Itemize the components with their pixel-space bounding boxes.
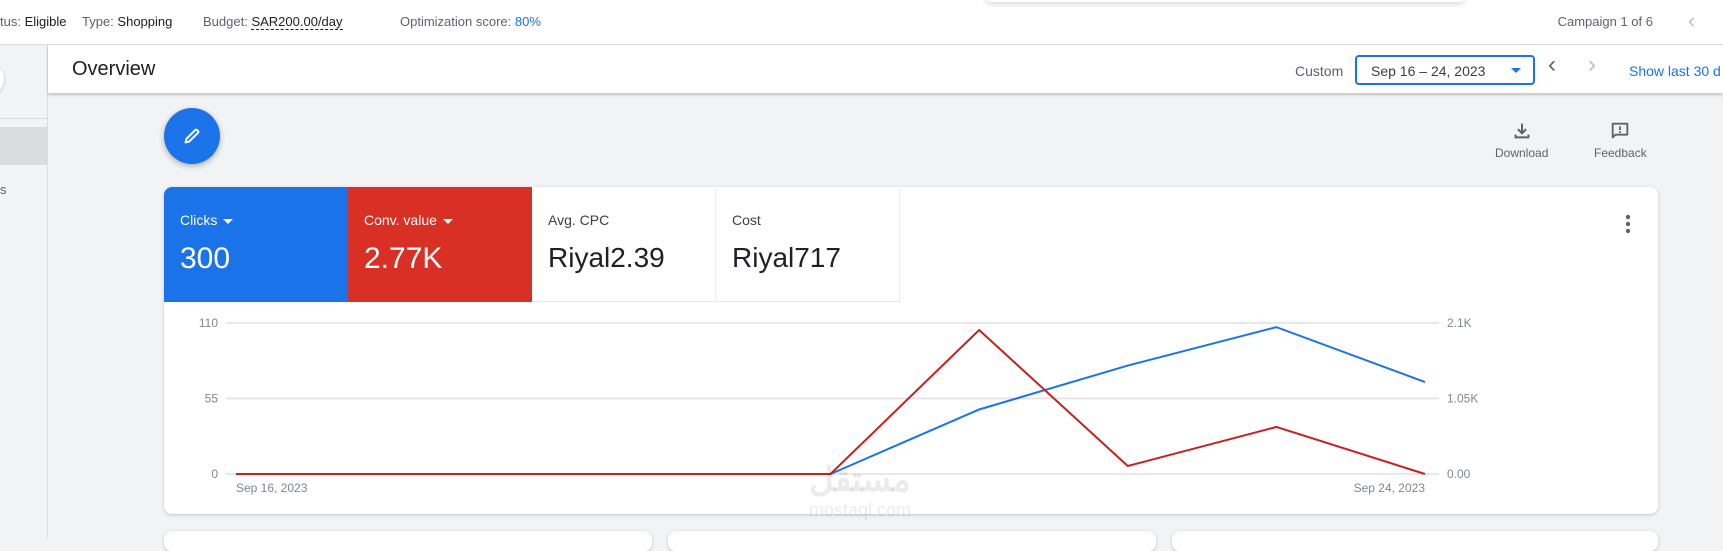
- right-axis-tick-label: 2.1K: [1447, 316, 1472, 330]
- feedback-icon: [1612, 122, 1629, 139]
- caret-down-icon: [1511, 68, 1521, 73]
- date-range-picker[interactable]: Sep 16 – 24, 2023: [1355, 55, 1535, 85]
- campaign-counter: Campaign 1 of 6: [1557, 14, 1653, 29]
- metric-label: Conv. value: [364, 212, 453, 228]
- metric-value: 300: [180, 242, 231, 275]
- caret-down-icon: [442, 218, 453, 224]
- chevron-left-icon[interactable]: ‹: [1688, 8, 1695, 34]
- feedback-button[interactable]: Feedback: [1594, 120, 1647, 160]
- sidebar-item-label[interactable]: s: [0, 182, 7, 197]
- feedback-label: Feedback: [1594, 146, 1647, 160]
- download-icon: [1514, 123, 1530, 139]
- bottom-card-3: [1172, 531, 1658, 551]
- download-button[interactable]: Download: [1495, 120, 1548, 160]
- caret-down-icon: [223, 218, 234, 224]
- page-header: Overview Custom Sep 16 – 24, 2023 ‹ › Sh…: [48, 45, 1723, 93]
- budget-value[interactable]: SAR200.00/day: [251, 14, 343, 30]
- left-axis-tick-label: 110: [199, 316, 218, 330]
- sidebar: s: [0, 45, 48, 539]
- metric-label: Clicks: [180, 212, 234, 228]
- type-value: Shopping: [117, 14, 173, 29]
- chevron-right-icon[interactable]: ›: [1588, 51, 1596, 79]
- metric-value: Riyal2.39: [548, 242, 665, 273]
- metric-label: Cost: [732, 212, 761, 228]
- sidebar-item-active[interactable]: [0, 127, 47, 165]
- left-axis-tick-label: 0: [211, 467, 218, 481]
- type-label: Type:: [82, 14, 114, 29]
- campaign-budget: Budget: SAR200.00/day: [203, 14, 343, 30]
- date-range-type: Custom: [1295, 63, 1344, 79]
- pencil-icon: [184, 128, 200, 144]
- right-axis-tick-label: 0.00: [1447, 467, 1471, 481]
- edit-fab-button[interactable]: [164, 108, 220, 164]
- left-axis-tick-label: 55: [205, 392, 219, 406]
- score-value[interactable]: 80%: [515, 14, 541, 29]
- right-axis-tick-label: 1.05K: [1447, 392, 1478, 406]
- performance-chart-card: 0 55 110 0.00 1.05K 2.1K Sep 16, 2023 Sep 24, 2…: [164, 187, 1658, 514]
- x-axis-tick-label: Sep 16, 2023: [236, 481, 308, 495]
- metric-card-conv-value[interactable]: Conv. value 2.77K: [348, 187, 532, 302]
- campaign-type: Type: Shopping: [82, 14, 172, 29]
- score-label: Optimization score:: [400, 14, 512, 29]
- campaign-info-bar: tus: Eligible Type: Shopping Budget: SAR…: [0, 0, 1723, 45]
- status-label: tus:: [0, 14, 21, 29]
- sidebar-divider: [0, 118, 48, 119]
- metric-card-clicks[interactable]: Clicks 300: [164, 187, 348, 302]
- metric-card-avg-cpc[interactable]: Avg. CPC Riyal2.39: [532, 187, 716, 302]
- budget-label: Budget:: [203, 14, 248, 29]
- sidebar-toggle-button[interactable]: [0, 62, 4, 96]
- metric-value: Riyal717: [732, 242, 841, 273]
- metric-card-cost[interactable]: Cost Riyal717: [716, 187, 900, 302]
- x-axis-tick-label: Sep 24, 2023: [1354, 481, 1426, 495]
- bottom-card-2: [668, 531, 1156, 551]
- metric-value: 2.77K: [364, 242, 443, 275]
- optimization-score: Optimization score: 80%: [400, 14, 541, 29]
- date-range-value: Sep 16 – 24, 2023: [1371, 63, 1486, 79]
- status-value: Eligible: [24, 14, 67, 29]
- bottom-card-1: [164, 531, 652, 551]
- overlay-edge: [985, 0, 1465, 2]
- series-line-conv-value: [236, 328, 1426, 475]
- series-line-clicks: [236, 326, 1426, 475]
- show-last-30-days-link[interactable]: Show last 30 d: [1629, 63, 1721, 79]
- more-options-icon[interactable]: [1618, 212, 1638, 236]
- chevron-left-icon[interactable]: ‹: [1548, 51, 1556, 79]
- campaign-status: tus: Eligible: [0, 14, 67, 29]
- download-label: Download: [1495, 146, 1549, 160]
- metric-label: Avg. CPC: [548, 212, 610, 228]
- page-title: Overview: [72, 58, 156, 80]
